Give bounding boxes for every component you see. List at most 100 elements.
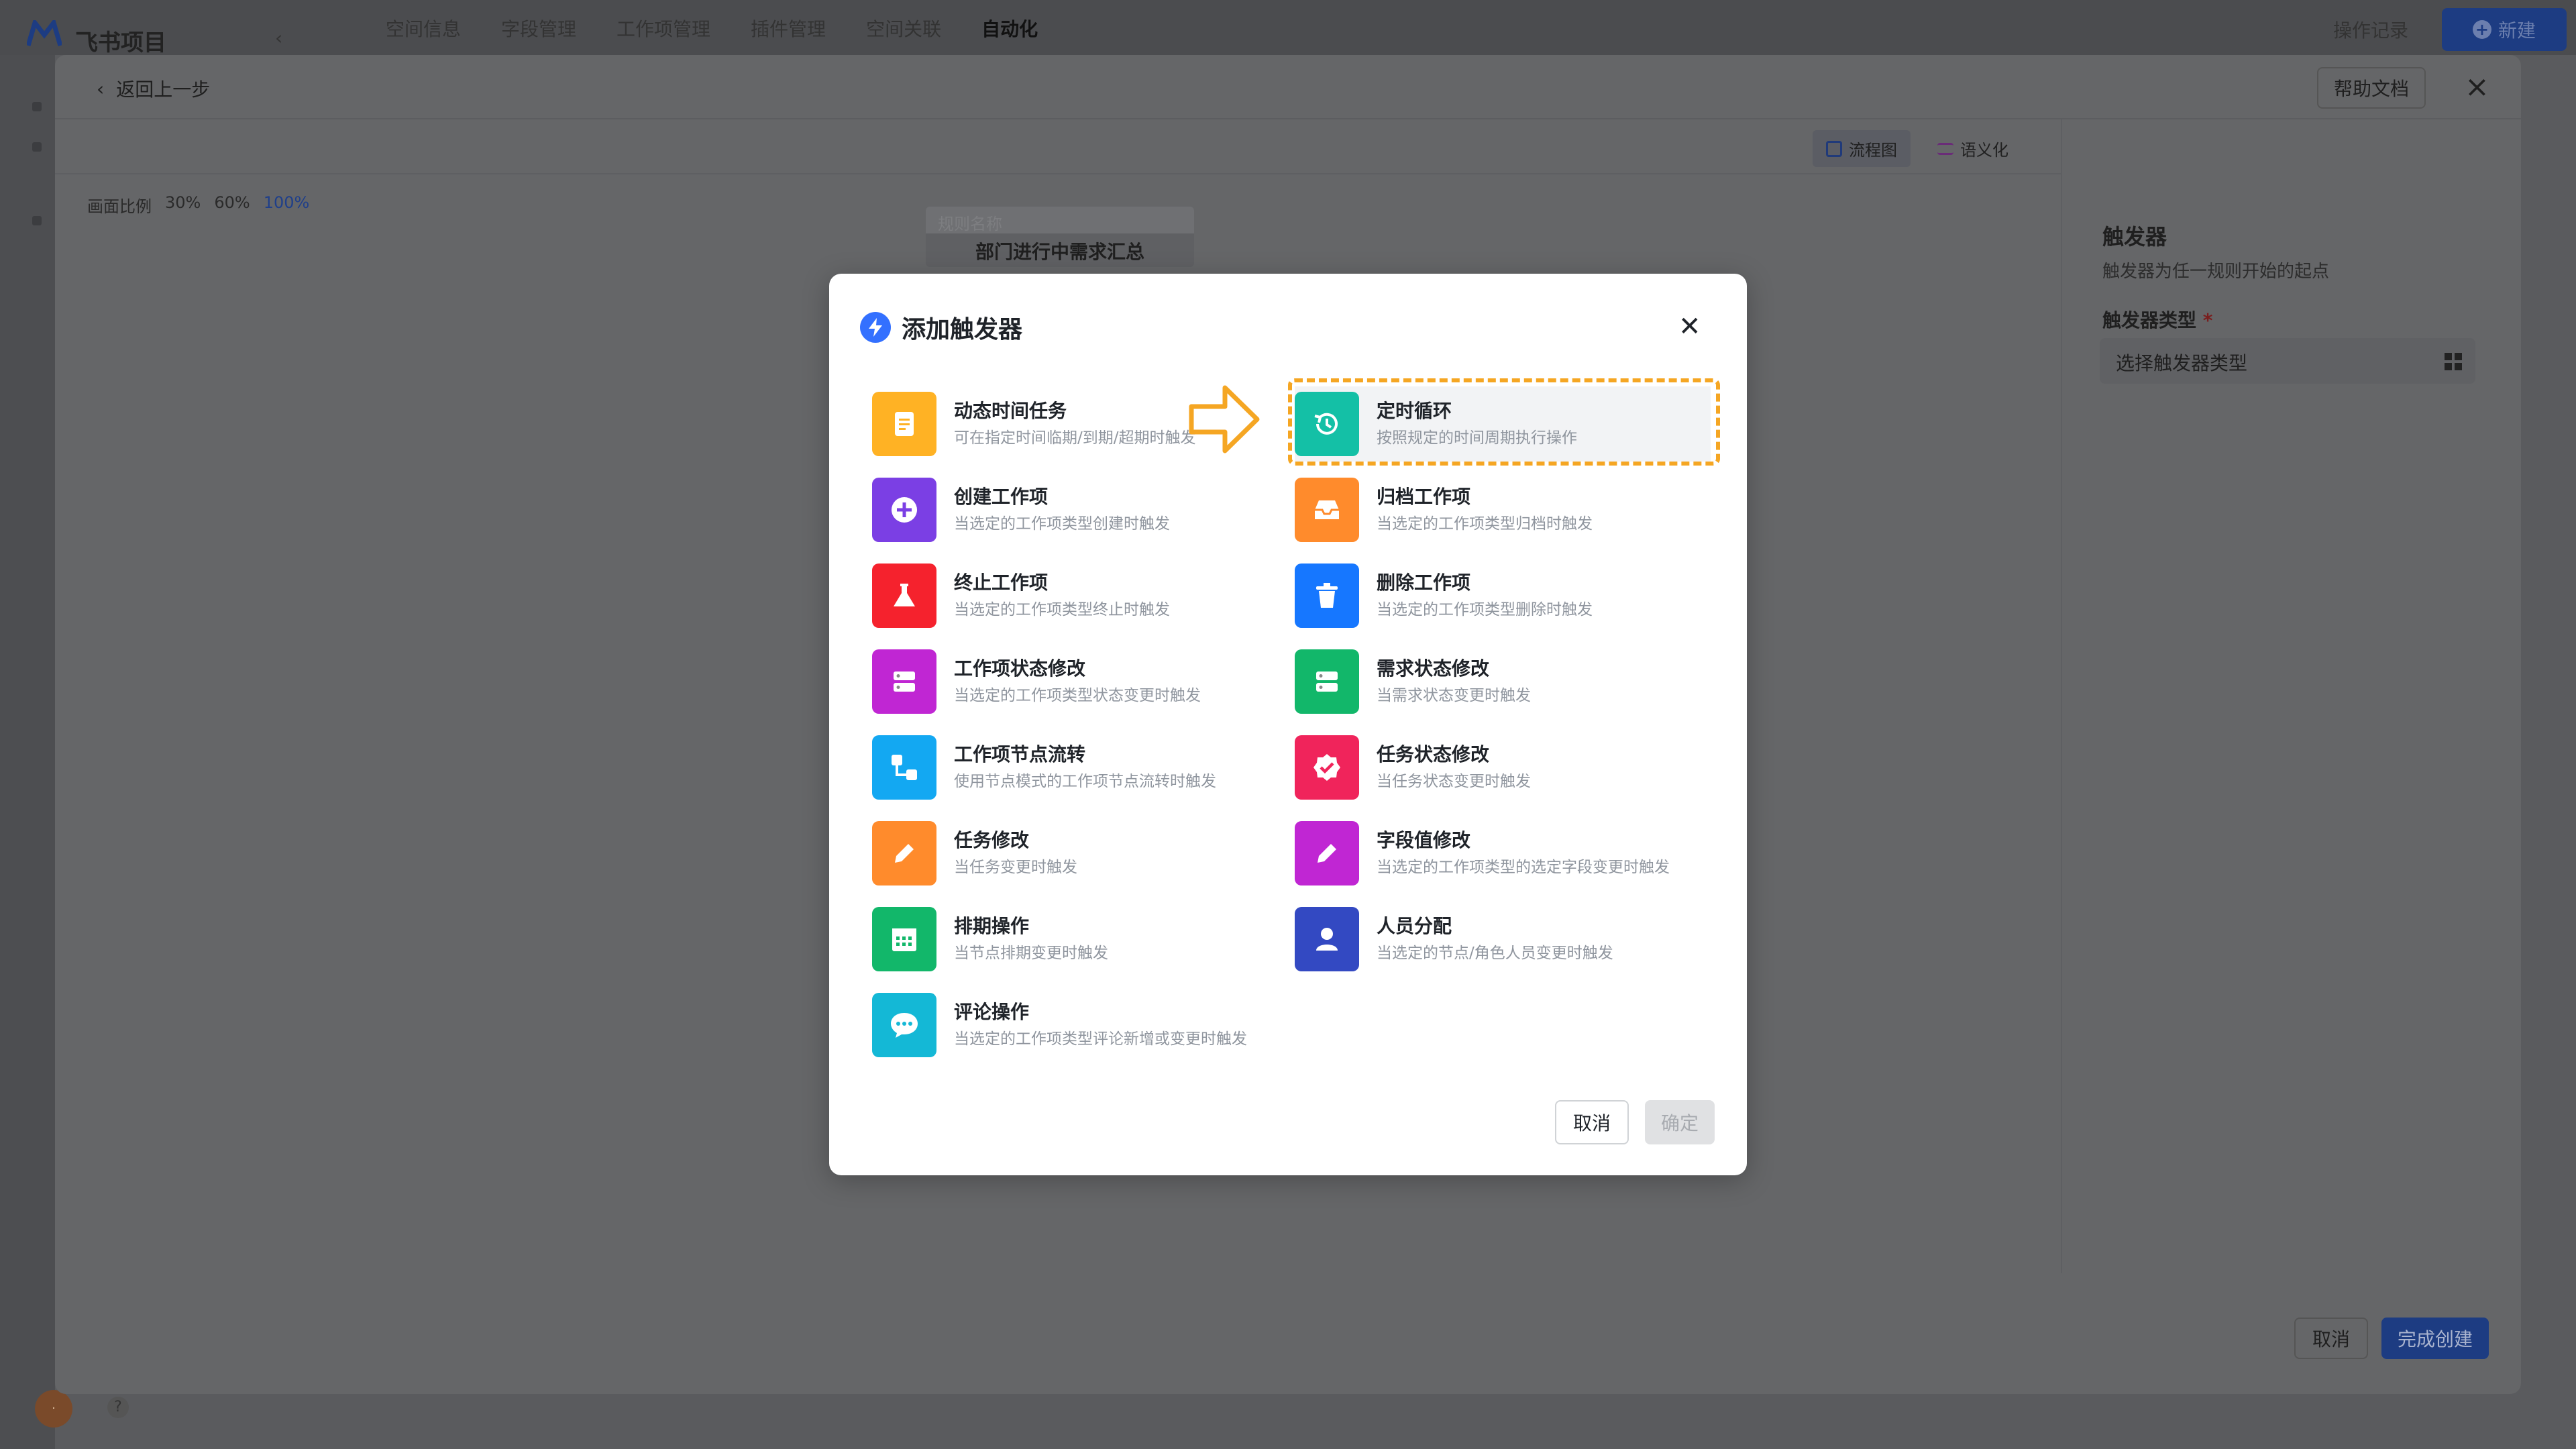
trigger-desc: 当节点排期变更时触发 <box>954 945 1108 962</box>
trigger-option[interactable]: 任务修改 当任务变更时触发 <box>872 816 1275 891</box>
calendar-icon <box>872 907 936 971</box>
ratio-30[interactable]: 30% <box>165 193 201 217</box>
sidebar-search-icon[interactable] <box>32 102 42 111</box>
tab-semantic[interactable]: 语义化 <box>1924 130 2022 167</box>
trigger-option[interactable]: 终止工作项 当选定的工作项类型终止时触发 <box>872 558 1275 633</box>
view-toggle: 流程图 语义化 <box>1813 130 2022 167</box>
trigger-desc: 当选定的工作项类型状态变更时触发 <box>954 687 1201 704</box>
trigger-desc: 当选定的工作项类型删除时触发 <box>1377 601 1593 619</box>
trigger-option[interactable]: 删除工作项 当选定的工作项类型删除时触发 <box>1295 558 1697 633</box>
nav-item-automation[interactable]: 自动化 <box>981 15 1038 42</box>
operation-log-link[interactable]: 操作记录 <box>2333 16 2408 43</box>
trigger-text: 工作项状态修改当选定的工作项类型状态变更时触发 <box>954 656 1201 707</box>
trigger-option[interactable]: 人员分配当选定的节点/角色人员变更时触发 <box>1295 902 1697 977</box>
new-button[interactable]: + 新建 <box>2442 8 2567 51</box>
trigger-name: 任务状态修改 <box>1377 743 1490 765</box>
back-link[interactable]: ‹ 返回上一步 <box>97 75 210 102</box>
trigger-text: 字段值修改 当选定的工作项类型的选定字段变更时触发 <box>1377 828 1670 879</box>
modal-title: 添加触发器 <box>860 310 1022 345</box>
trigger-desc: 使用节点模式的工作项节点流转时触发 <box>954 773 1216 790</box>
trigger-desc: 当选定的工作项类型创建时触发 <box>954 515 1170 533</box>
nav-item-plugin-mgmt[interactable]: 插件管理 <box>751 15 826 42</box>
trigger-desc: 当任务变更时触发 <box>954 859 1077 876</box>
nav-item-workitem-mgmt[interactable]: 工作项管理 <box>616 15 710 42</box>
plus-icon: + <box>2472 20 2491 39</box>
app-logo <box>27 20 62 46</box>
app-name: 飞书项目 <box>75 30 166 56</box>
trigger-text: 创建工作项当选定的工作项类型创建时触发 <box>954 484 1170 535</box>
chat-icon <box>872 993 936 1057</box>
modal-cancel-button[interactable]: 取消 <box>1555 1100 1629 1144</box>
trigger-option[interactable]: 评论操作 当选定的工作项类型评论新增或变更时触发 <box>872 987 1275 1063</box>
arrow-right-icon <box>1189 385 1260 453</box>
trigger-name: 创建工作项 <box>954 486 1049 508</box>
sidebar-logo-icon[interactable] <box>32 216 42 225</box>
lightning-icon <box>860 312 891 343</box>
trigger-name: 人员分配 <box>1377 915 1452 937</box>
trigger-config-pane: 触发器 触发器为任一规则开始的起点 触发器类型 * 选择触发器类型 <box>2061 119 2521 1273</box>
top-nav: 空间信息 字段管理 工作项管理 插件管理 空间关联 自动化 <box>386 15 1078 42</box>
flask-icon <box>872 564 936 628</box>
flowchart-icon <box>1826 140 1842 157</box>
sidebar-home-icon[interactable] <box>32 142 42 152</box>
trigger-desc: 当选定的工作项类型归档时触发 <box>1377 515 1593 533</box>
trigger-desc: 可在指定时间临期/到期/超期时触发 <box>954 429 1196 447</box>
trigger-type-select[interactable]: 选择触发器类型 <box>2100 338 2475 384</box>
trigger-option[interactable]: 字段值修改 当选定的工作项类型的选定字段变更时触发 <box>1295 816 1697 891</box>
trigger-text: 终止工作项 当选定的工作项类型终止时触发 <box>954 570 1170 621</box>
finish-create-button[interactable]: 完成创建 <box>2381 1318 2489 1359</box>
trigger-name: 定时循环 <box>1377 400 1452 422</box>
trigger-option[interactable]: 创建工作项当选定的工作项类型创建时触发 <box>872 472 1275 547</box>
tab-semantic-label: 语义化 <box>1960 141 2008 160</box>
trigger-text: 排期操作 当节点排期变更时触发 <box>954 914 1108 965</box>
trigger-option[interactable]: 工作项状态修改当选定的工作项类型状态变更时触发 <box>872 644 1275 719</box>
trigger-option[interactable]: 需求状态修改 当需求状态变更时触发 <box>1295 644 1697 719</box>
tab-flowchart[interactable]: 流程图 <box>1813 130 1911 167</box>
trigger-option[interactable]: 排期操作 当节点排期变更时触发 <box>872 902 1275 977</box>
trigger-option[interactable]: 归档工作项当选定的工作项类型归档时触发 <box>1295 472 1697 547</box>
modal-confirm-button[interactable]: 确定 <box>1645 1100 1715 1144</box>
ratio-100[interactable]: 100% <box>264 193 310 217</box>
trigger-name: 工作项状态修改 <box>954 657 1086 680</box>
plus-circle-icon <box>872 478 936 542</box>
nav-item-field-mgmt[interactable]: 字段管理 <box>501 15 576 42</box>
trigger-option[interactable]: 定时循环按照规定的时间周期执行操作 <box>1295 386 1711 462</box>
grid-icon <box>2445 353 2462 370</box>
panel-close-icon[interactable]: × <box>2465 70 2489 104</box>
trigger-pane-desc: 触发器为任一规则开始的起点 <box>2102 262 2330 282</box>
server-icon <box>1295 649 1359 714</box>
trigger-text: 任务修改 当任务变更时触发 <box>954 828 1077 879</box>
modal-title-text: 添加触发器 <box>902 316 1023 343</box>
collapse-icon[interactable]: ‹ <box>275 27 282 49</box>
panel-header: ‹ 返回上一步 帮助文档 × <box>55 55 2521 119</box>
rule-node-card[interactable]: 规则名称 部门进行中需求汇总 <box>926 207 1194 267</box>
trigger-name: 归档工作项 <box>1377 486 1471 508</box>
trigger-pane-title: 触发器 <box>2102 224 2167 250</box>
list-icon <box>1937 142 1953 155</box>
badge-check-icon <box>1295 735 1359 800</box>
trigger-desc: 当选定的工作项类型终止时触发 <box>954 601 1170 619</box>
help-doc-button[interactable]: 帮助文档 <box>2317 67 2426 109</box>
user-avatar[interactable]: · <box>35 1390 72 1428</box>
ratio-60[interactable]: 60% <box>214 193 250 217</box>
panel-cancel-button[interactable]: 取消 <box>2294 1318 2368 1359</box>
trigger-desc: 按照规定的时间周期执行操作 <box>1377 429 1577 447</box>
trigger-option[interactable]: 任务状态修改当任务状态变更时触发 <box>1295 730 1697 805</box>
back-label: 返回上一步 <box>116 78 211 101</box>
ratio-label: 画面比例 <box>87 197 152 216</box>
trigger-desc: 当选定的节点/角色人员变更时触发 <box>1377 945 1613 962</box>
left-sidebar <box>0 55 55 1449</box>
help-icon[interactable]: ? <box>107 1397 129 1418</box>
trigger-text: 删除工作项 当选定的工作项类型删除时触发 <box>1377 570 1593 621</box>
modal-close-icon[interactable]: ✕ <box>1678 311 1701 342</box>
nav-item-space-info[interactable]: 空间信息 <box>386 15 461 42</box>
divider <box>55 173 2061 174</box>
rule-node-title: 部门进行中需求汇总 <box>975 241 1144 263</box>
trigger-option[interactable]: 工作项节点流转 使用节点模式的工作项节点流转时触发 <box>872 730 1275 805</box>
nav-item-space-link[interactable]: 空间关联 <box>866 15 941 42</box>
rule-node-header: 规则名称 <box>926 207 1194 233</box>
top-bar: 飞书项目 ‹ 空间信息 字段管理 工作项管理 插件管理 空间关联 自动化 操作记… <box>0 0 2576 56</box>
trigger-name: 动态时间任务 <box>954 400 1067 422</box>
trigger-desc: 当任务状态变更时触发 <box>1377 773 1531 790</box>
trigger-type-placeholder: 选择触发器类型 <box>2116 352 2248 374</box>
